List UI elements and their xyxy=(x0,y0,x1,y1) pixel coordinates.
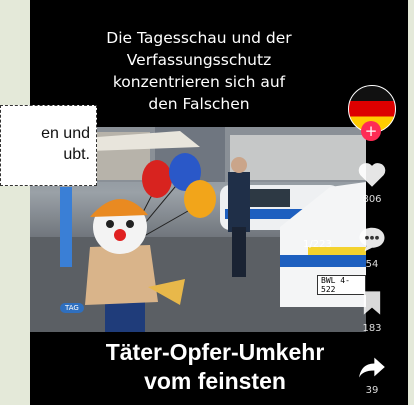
story-label: TAG xyxy=(60,303,84,313)
like-count: 806 xyxy=(362,194,382,205)
top-caption-line: konzentrieren sich auf xyxy=(112,73,286,91)
heart-icon xyxy=(358,163,386,187)
clown-body xyxy=(85,245,158,305)
clown-eye xyxy=(106,220,114,228)
bottom-caption-line: vom feinsten xyxy=(144,368,286,394)
clown-nose xyxy=(114,229,126,241)
bottom-caption: Täter-Opfer-Umkehr vom feinsten xyxy=(70,338,360,396)
top-caption: Die Tagesschau und der Verfassungsschutz… xyxy=(50,27,348,115)
balloon-yellow xyxy=(184,180,216,218)
officer-legs xyxy=(232,227,246,277)
clown-hat xyxy=(90,198,148,217)
overlay-note-line: ubt. xyxy=(63,146,90,163)
top-caption-line: Die Tagesschau und der xyxy=(106,29,292,47)
overlay-note-line: en und xyxy=(41,125,90,142)
comment-bubble-icon xyxy=(359,227,385,252)
building xyxy=(230,135,366,180)
follow-button[interactable]: + xyxy=(361,121,381,141)
save-button[interactable]: 183 xyxy=(350,289,394,334)
comment-count: 54 xyxy=(365,259,379,270)
share-button[interactable]: 39 xyxy=(350,355,394,396)
top-caption-line: Verfassungsschutz xyxy=(126,51,272,69)
officer-head xyxy=(231,157,247,173)
bottom-caption-line: Täter-Opfer-Umkehr xyxy=(105,339,325,365)
save-count: 183 xyxy=(362,323,382,334)
comment-button[interactable]: 54 xyxy=(350,225,394,270)
bookmark-icon xyxy=(363,291,381,315)
share-arrow-icon xyxy=(359,357,385,378)
clown-eye xyxy=(126,220,134,228)
share-count: 39 xyxy=(365,385,379,396)
video-post: Die Tagesschau und der Verfassungsschutz… xyxy=(30,0,408,405)
video-counter: 1/223 xyxy=(303,239,332,250)
plus-icon: + xyxy=(364,122,378,140)
clown-bat xyxy=(60,187,72,267)
like-button[interactable]: 806 xyxy=(350,161,394,205)
overlay-note: en und ubt. xyxy=(0,105,97,186)
balloon-red xyxy=(142,160,172,198)
officer xyxy=(228,172,250,232)
